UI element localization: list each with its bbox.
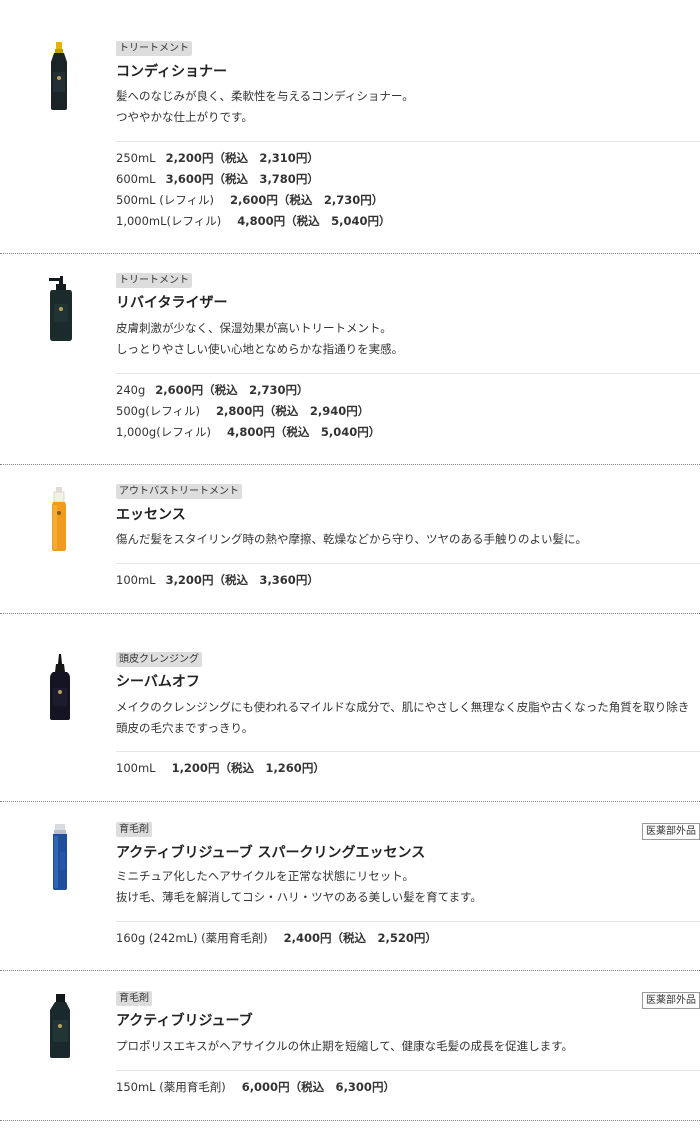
description-line: プロポリスエキスがヘアサイクルの休止期を短縮して、健康な毛髪の成長を促進します。 [116, 1039, 574, 1053]
price-list: 100mL 1,200円（税込 1,260円） [116, 758, 325, 779]
product-separator [0, 1120, 700, 1121]
price-list: 150mL (薬用育毛剤) 6,000円（税込 6,300円） [116, 1077, 395, 1098]
category-tag: 頭皮クレンジング [116, 652, 202, 667]
size-label: 100mL [116, 761, 156, 775]
product-description: ミニチュア化したヘアサイクルを正常な状態にリセット。 抜け毛、薄毛を解消してコシ… [116, 866, 482, 908]
price-list: 250mL 2,200円（税込 2,310円） 600mL 3,600円（税込 3,… [116, 148, 391, 232]
price-row: 250mL 2,200円（税込 2,310円） [116, 148, 391, 169]
product-separator [0, 970, 700, 971]
product-name[interactable]: エッセンス [116, 505, 186, 525]
category-tag: 育毛剤 [116, 991, 152, 1006]
price-value: 2,400円（税込 2,520円） [283, 931, 437, 945]
quasi-drug-badge: 医薬部外品 [642, 992, 700, 1009]
size-label: 150mL (薬用育毛剤) [116, 1080, 226, 1094]
description-line: ミニチュア化したヘアサイクルを正常な状態にリセット。 [116, 869, 414, 883]
price-value: 3,600円（税込 3,780円） [165, 172, 319, 186]
category-tag: トリートメント [116, 273, 192, 288]
description-line: 皮膚刺激が少なく、保湿効果が高いトリートメント。 [116, 321, 392, 335]
product-description: 皮膚刺激が少なく、保湿効果が高いトリートメント。 しっとりやさしい使い心地となめ… [116, 318, 403, 360]
quasi-drug-badge: 医薬部外品 [642, 823, 700, 840]
divider [116, 373, 700, 374]
price-row: 1,000mL(レフィル) 4,800円（税込 5,040円） [116, 211, 391, 232]
size-label: 500mL (レフィル) [116, 193, 214, 207]
price-value: 3,200円（税込 3,360円） [165, 573, 319, 587]
product-description: メイクのクレンジングにも使われるマイルドな成分で、肌にやさしく無理なく皮脂や古く… [116, 697, 689, 739]
product-name[interactable]: リバイタライザー [116, 293, 227, 313]
description-line: 髪へのなじみが良く、柔軟性を与えるコンディショナー。 [116, 89, 414, 103]
size-label: 100mL [116, 573, 156, 587]
product-description: 髪へのなじみが良く、柔軟性を与えるコンディショナー。 つややかな仕上がりです。 [116, 86, 414, 128]
product-name[interactable]: アクティブリジューブ [116, 1011, 253, 1031]
price-value: 2,200円（税込 2,310円） [165, 151, 319, 165]
price-list: 160g (242mL) (薬用育毛剤) 2,400円（税込 2,520円） [116, 928, 437, 949]
price-row: 100mL 1,200円（税込 1,260円） [116, 758, 325, 779]
size-label: 240g [116, 383, 146, 397]
description-line: しっとりやさしい使い心地となめらかな指通りを実感。 [116, 342, 404, 356]
divider [116, 141, 700, 142]
spray-bottle-orange-icon[interactable] [40, 485, 80, 553]
product-separator [0, 613, 700, 614]
size-label: 1,000mL(レフィル) [116, 214, 222, 228]
divider [116, 921, 700, 922]
price-row: 160g (242mL) (薬用育毛剤) 2,400円（税込 2,520円） [116, 928, 437, 949]
price-row: 600mL 3,600円（税込 3,780円） [116, 169, 391, 190]
nozzle-bottle-icon[interactable] [40, 652, 80, 722]
product-separator [0, 801, 700, 802]
category-tag: アウトバストリートメント [116, 484, 242, 499]
price-list: 240g 2,600円（税込 2,730円） 500g(レフィル) 2,800円（税… [116, 380, 380, 443]
price-row: 500g(レフィル) 2,800円（税込 2,940円） [116, 401, 380, 422]
bottle-conditioner-icon[interactable] [40, 40, 80, 112]
price-value: 2,600円（税込 2,730円） [229, 193, 384, 207]
divider [116, 1070, 700, 1071]
product-description: プロポリスエキスがヘアサイクルの休止期を短縮して、健康な毛髪の成長を促進します。 [116, 1036, 573, 1057]
price-row: 240g 2,600円（税込 2,730円） [116, 380, 380, 401]
divider [116, 751, 700, 752]
divider [116, 563, 700, 564]
product-separator [0, 464, 700, 465]
category-tag: トリートメント [116, 41, 192, 56]
price-row: 100mL 3,200円（税込 3,360円） [116, 570, 319, 591]
bottle-dark-icon[interactable] [40, 992, 80, 1060]
price-list: 100mL 3,200円（税込 3,360円） [116, 570, 319, 591]
price-value: 6,000円（税込 6,300円） [241, 1080, 395, 1094]
price-value: 2,600円（税込 2,730円） [155, 383, 309, 397]
price-row: 150mL (薬用育毛剤) 6,000円（税込 6,300円） [116, 1077, 395, 1098]
size-label: 1,000g(レフィル) [116, 425, 211, 439]
price-value: 4,800円（税込 5,040円） [226, 425, 381, 439]
description-line: つややかな仕上がりです。 [116, 110, 253, 124]
category-tag: 育毛剤 [116, 822, 152, 837]
product-description: 傷んだ髪をスタイリング時の熱や摩擦、乾燥などから守り、ツヤのある手触りのよい髪に… [116, 529, 587, 550]
price-row: 1,000g(レフィル) 4,800円（税込 5,040円） [116, 422, 380, 443]
aerosol-can-blue-icon[interactable] [40, 822, 80, 892]
size-label: 250mL [116, 151, 156, 165]
description-line: 抜け毛、薄毛を解消してコシ・ハリ・ツヤのある美しい髪を育てます。 [116, 890, 482, 904]
product-name[interactable]: アクティブリジューブ スパークリングエッセンス [116, 843, 425, 863]
product-name[interactable]: シーバムオフ [116, 672, 200, 692]
description-line: 頭皮の毛穴まですっきり。 [116, 721, 254, 735]
product-name[interactable]: コンディショナー [116, 62, 227, 82]
price-value: 4,800円（税込 5,040円） [237, 214, 391, 228]
pump-bottle-icon[interactable] [40, 272, 80, 344]
price-value: 1,200円（税込 1,260円） [171, 761, 325, 775]
size-label: 600mL [116, 172, 156, 186]
price-row: 500mL (レフィル) 2,600円（税込 2,730円） [116, 190, 391, 211]
description-line: 傷んだ髪をスタイリング時の熱や摩擦、乾燥などから守り、ツヤのある手触りのよい髪に… [116, 532, 588, 546]
size-label: 160g (242mL) (薬用育毛剤) [116, 931, 268, 945]
price-value: 2,800円（税込 2,940円） [216, 404, 370, 418]
size-label: 500g(レフィル) [116, 404, 200, 418]
description-line: メイクのクレンジングにも使われるマイルドな成分で、肌にやさしく無理なく皮脂や古く… [116, 700, 690, 714]
product-separator [0, 253, 700, 254]
